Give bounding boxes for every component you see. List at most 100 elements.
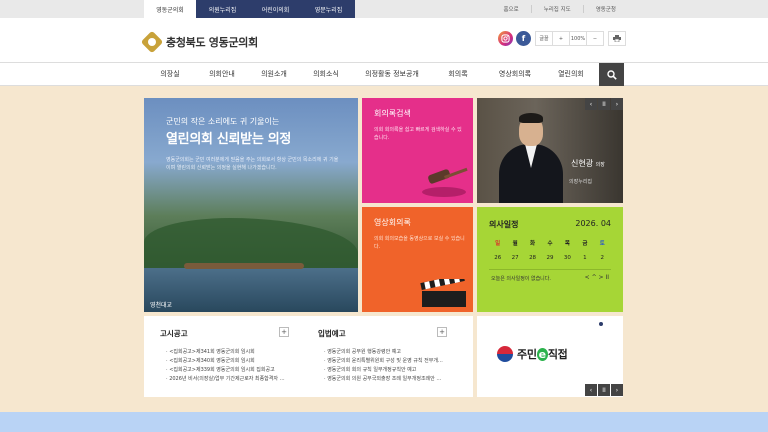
tab-council[interactable]: 영동군의회 <box>144 0 196 18</box>
logo[interactable]: 충청북도 영동군의회 <box>140 30 258 54</box>
calendar-divider <box>489 269 611 270</box>
gosi-more-button[interactable]: + <box>279 327 289 337</box>
pause-button[interactable]: II <box>598 98 610 110</box>
search-button[interactable] <box>599 63 624 86</box>
county-office-link[interactable]: 영동군청 <box>582 5 628 13</box>
weekday-sun: 일 <box>495 241 501 247</box>
weekday-sat: 토 <box>599 241 605 247</box>
banner-slider-controls: ‹ II › <box>585 384 623 396</box>
list-item[interactable]: <집회공고>제341회 영동군의회 임시회 <box>166 348 298 357</box>
tab-kids-council[interactable]: 어린이의회 <box>249 0 302 18</box>
hero-bridge-shape <box>184 263 304 269</box>
nav-video-minutes[interactable]: 영상회의록 <box>484 63 546 85</box>
calendar-date[interactable]: 1 <box>576 253 593 263</box>
ipbeop-list: 영동군의회 공무원 행동강령안 예고 영동군의회 윤리특별위원회 구성 및 운영… <box>324 348 456 384</box>
gosi-title: 고시공고 <box>160 329 188 338</box>
list-item[interactable]: 2026년 비서(의장실)업무 기간제근로자 최종합격자 … <box>166 375 298 384</box>
notice-column-gosi: 고시공고 + <집회공고>제341회 영동군의회 임시회 <집회공고>제340회… <box>144 316 299 397</box>
tab-member-site[interactable]: 의원누리집 <box>196 0 249 18</box>
hero-visual[interactable]: 군민의 작은 소리에도 귀 기울이는 열린의회 신뢰받는 의정 영동군의회는 군… <box>144 98 358 312</box>
minutes-search-title: 회의록검색 <box>374 109 411 118</box>
list-item[interactable]: 영동군의회 공무원 행동강령안 예고 <box>324 348 456 357</box>
nav-about[interactable]: 의회안내 <box>196 63 248 85</box>
banner-indicator[interactable] <box>599 322 603 326</box>
banner-pause-button[interactable]: II <box>598 384 610 396</box>
video-minutes-desc: 의회 회의모습을 동영상으로 보실 수 있습니다. <box>374 236 465 250</box>
video-minutes-card[interactable]: 영상회의록 의회 회의모습을 동영상으로 보실 수 있습니다. <box>362 207 473 312</box>
video-minutes-title: 영상회의록 <box>374 218 411 227</box>
next-button[interactable]: › <box>611 98 623 110</box>
banner-prev-button[interactable]: ‹ <box>585 384 597 396</box>
chairman-hair <box>519 113 543 123</box>
calendar-date[interactable]: 2 <box>594 253 611 263</box>
chairman-name-text: 신현광 <box>571 159 594 168</box>
calendar-date[interactable]: 30 <box>559 253 576 263</box>
list-item[interactable]: 영동군의회 의원 공무국외출장 조례 일부개정조례안 … <box>324 375 456 384</box>
list-item[interactable]: 영동군의회 윤리특별위원회 구성 및 운영 규칙 전부개… <box>324 357 456 366</box>
banner-next-button[interactable]: › <box>611 384 623 396</box>
chairman-name: 신현광 의장 <box>571 158 605 169</box>
calendar-grid: 일 월 화 수 목 금 토 26 27 28 29 30 1 2 <box>489 239 611 263</box>
weekday-wed: 수 <box>547 241 553 247</box>
weekday-fri: 금 <box>582 241 588 247</box>
banner-card[interactable]: 주민 e 직접 ‹ II › <box>477 316 623 397</box>
facebook-icon[interactable]: f <box>516 31 531 46</box>
zoom-out-button[interactable]: − <box>586 31 604 46</box>
main-nav: 의장실 의회안내 의원소개 의회소식 의정활동 정보공개 회의록 영상회의록 열… <box>0 62 768 86</box>
nav-disclosure[interactable]: 의정활동 정보공개 <box>352 63 432 85</box>
chairman-photo-card[interactable]: 신현광 의장 의장누리집 ‹ II › <box>477 98 623 203</box>
chairman-role: 의장 <box>595 162 605 168</box>
minutes-search-card[interactable]: 회의록검색 의회 회의록을 쉽고 빠르게 검색하실 수 있습니다. <box>362 98 473 203</box>
nav-open-council[interactable]: 열린의회 <box>546 63 596 85</box>
list-item[interactable]: <집회공고>제339회 영동군의회 임시회 집회공고 <box>166 366 298 375</box>
schedule-card: 의사일정 2026. 04 일 월 화 수 목 금 토 26 27 28 29 … <box>477 207 623 312</box>
chairman-caption: 의장누리집 <box>569 179 593 185</box>
tab-english-site[interactable]: 영문누리집 <box>302 0 355 18</box>
ipbeop-title: 입법예고 <box>318 329 346 338</box>
banner-text-b: 직접 <box>547 348 568 361</box>
print-icon <box>613 35 621 42</box>
ipbeop-more-button[interactable]: + <box>437 327 447 337</box>
print-button[interactable] <box>608 31 626 46</box>
banner-text-a: 주민 <box>517 348 537 361</box>
zoom-level: 100% <box>569 31 587 46</box>
nav-members[interactable]: 의원소개 <box>248 63 300 85</box>
list-item[interactable]: 영동군의회 회의 규칙 일부개정규칙안 예고 <box>324 366 456 375</box>
footer-band <box>0 412 768 432</box>
home-link[interactable]: 홈으로 <box>492 5 531 13</box>
prev-button[interactable]: ‹ <box>585 98 597 110</box>
sitemap-link[interactable]: 누리집 지도 <box>530 5 583 13</box>
nav-chairman[interactable]: 의장실 <box>144 63 196 85</box>
gosi-list: <집회공고>제341회 영동군의회 임시회 <집회공고>제340회 영동군의회 … <box>166 348 298 384</box>
hero-title: 열린의회 신뢰받는 의정 <box>166 132 292 147</box>
schedule-title: 의사일정 <box>489 220 519 229</box>
search-icon <box>606 69 617 80</box>
clapperboard-icon <box>420 279 466 307</box>
font-size-label: 글꼴 <box>535 31 553 46</box>
calendar-date[interactable]: 26 <box>489 253 506 263</box>
gavel-icon <box>422 167 468 197</box>
calendar-date[interactable]: 28 <box>524 253 541 263</box>
social-links: f <box>498 31 531 46</box>
zoom-in-button[interactable]: + <box>552 31 570 46</box>
notice-column-ipbeop: 입법예고 + 영동군의회 공무원 행동강령안 예고 영동군의회 윤리특별위원회 … <box>302 316 457 397</box>
jumin-banner[interactable]: 주민 e 직접 <box>497 346 568 362</box>
schedule-month: 2026. 04 <box>575 219 611 228</box>
list-item[interactable]: <집회공고>제340회 영동군의회 임시회 <box>166 357 298 366</box>
banner-text-e: e <box>536 348 548 361</box>
nav-news[interactable]: 의회소식 <box>300 63 352 85</box>
hero-subtitle: 군민의 작은 소리에도 귀 기울이는 <box>166 117 280 126</box>
emblem-icon <box>140 30 164 54</box>
instagram-icon[interactable] <box>498 31 513 46</box>
top-utility-bar: 영동군의회 의원누리집 어린이의회 영문누리집 홈으로 누리집 지도 영동군청 <box>0 0 768 18</box>
weekday-tue: 화 <box>530 241 536 247</box>
schedule-controls[interactable]: < ^ > II <box>585 274 609 281</box>
notice-board: 고시공고 + <집회공고>제341회 영동군의회 임시회 <집회공고>제340회… <box>144 316 473 397</box>
hero-description: 영동군의회는 군민 여러분에게 믿음을 주는 의회로서 항상 군민의 목소리에 … <box>166 157 339 171</box>
nav-minutes[interactable]: 회의록 <box>432 63 484 85</box>
calendar-date[interactable]: 29 <box>541 253 558 263</box>
schedule-note: 오늘은 의사일정이 없습니다. <box>491 276 551 282</box>
weekday-mon: 월 <box>512 241 518 247</box>
calendar-date[interactable]: 27 <box>506 253 523 263</box>
nav-items: 의장실 의회안내 의원소개 의회소식 의정활동 정보공개 회의록 영상회의록 열… <box>144 63 596 87</box>
